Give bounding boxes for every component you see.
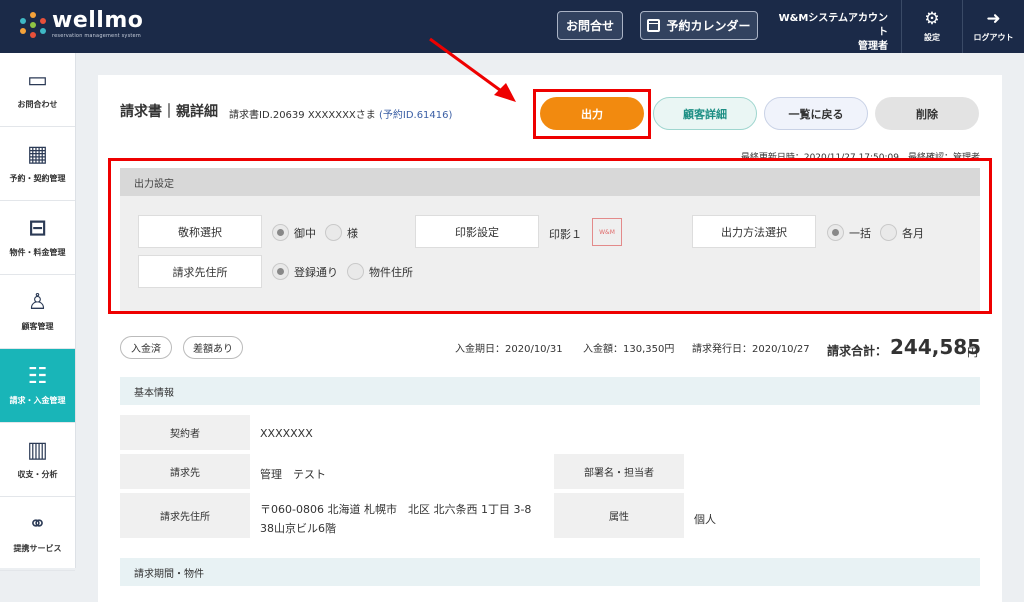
account-role: 管理者 (858, 41, 888, 52)
account-info: W&Mシステムアカウント 管理者 (772, 12, 888, 54)
output-button-highlight (533, 89, 651, 139)
sidebar-item-analytics[interactable]: ▥ 収支・分析 (0, 423, 75, 497)
delete-button[interactable]: 削除 (875, 97, 979, 130)
sidebar-item-label: 予約・契約管理 (9, 174, 66, 183)
paid-tag: 入金済 (120, 336, 172, 359)
bill-to-label: 請求先 (120, 454, 250, 489)
output-settings-highlight (108, 158, 992, 314)
sidebar-item-inquiries[interactable]: ▭ お問合わせ (0, 53, 75, 127)
sidebar-item-label: 収支・分析 (17, 470, 58, 479)
billing-address-line2: 38山京ビル6階 (260, 522, 336, 535)
total-unit: 円 (967, 346, 978, 359)
logo-tagline: reservation management system (52, 33, 141, 39)
billing-address-line1: 〒060-0806 北海道 札幌市 北区 北六条西 1丁目 3-8 (260, 503, 532, 516)
wellmo-logo[interactable]: wellmo reservation management system (20, 10, 143, 39)
settings-label: 設定 (924, 33, 940, 42)
due-date: 入金期日：2020/10/31 (455, 344, 563, 355)
attribute-value: 個人 (694, 513, 716, 526)
billing-address-value: 〒060-0806 北海道 札幌市 北区 北六条西 1丁目 3-8 38山京ビル… (260, 500, 531, 538)
account-name: W&Mシステムアカウント (778, 13, 888, 38)
message-icon: ▭ (27, 68, 48, 93)
difference-tag: 差額あり (183, 336, 243, 359)
sidebar-item-reservations[interactable]: ▦ 予約・契約管理 (0, 127, 75, 201)
department-label: 部署名・担当者 (554, 454, 684, 489)
sidebar-item-label: 請求・入金管理 (9, 396, 66, 405)
sidebar-item-partners[interactable]: ⚭ 提携サービス (0, 497, 75, 571)
customer-detail-button[interactable]: 顧客詳細 (653, 97, 757, 130)
logo-dots-icon (20, 11, 46, 38)
logo-word: wellmo (52, 8, 144, 33)
sidebar-item-label: お問合わせ (17, 100, 58, 109)
logout-button[interactable]: ➜ ログアウト (962, 0, 1024, 53)
sidebar-item-label: 物件・料金管理 (9, 248, 66, 257)
annotation-arrow-icon (429, 37, 516, 102)
invoice-subtitle: 請求書ID.20639 XXXXXXXさま (予約ID.61416) (229, 106, 452, 121)
billing-address-cell-label: 請求先住所 (120, 493, 250, 538)
settings-button[interactable]: ⚙ 設定 (901, 0, 962, 53)
calendar-icon (647, 19, 661, 32)
sidebar-item-properties[interactable]: ⊟ 物件・料金管理 (0, 201, 75, 275)
page-title: 請求書｜親詳細 (120, 104, 218, 120)
total-label: 請求合計： (827, 344, 888, 358)
invoice-id: 請求書ID.20639 XXXXXXXさま (229, 110, 376, 121)
sofa-icon: ⊟ (28, 216, 47, 241)
gear-icon: ⚙ (924, 9, 940, 29)
back-to-list-button[interactable]: 一覧に戻る (764, 97, 868, 130)
sidebar-item-label: 提携サービス (13, 544, 62, 553)
issue-date: 請求発行日：2020/10/27 (692, 344, 810, 355)
sidebar: ▭ お問合わせ ▦ 予約・契約管理 ⊟ 物件・料金管理 ♙ 顧客管理 ☷ 請求・… (0, 53, 76, 571)
logout-icon: ➜ (986, 9, 1001, 29)
network-icon: ⚭ (28, 512, 47, 537)
attribute-label: 属性 (554, 493, 684, 538)
bill-to-value: 管理 テスト (260, 468, 326, 481)
reservation-calendar-label: 予約カレンダー (666, 19, 751, 33)
sidebar-item-customers[interactable]: ♙ 顧客管理 (0, 275, 75, 349)
basic-info-heading: 基本情報 (120, 377, 980, 405)
sidebar-item-billing[interactable]: ☷ 請求・入金管理 (0, 349, 75, 423)
sidebar-item-label: 顧客管理 (21, 322, 54, 331)
contractor-label: 契約者 (120, 415, 250, 450)
invoice-icon: ☷ (27, 364, 48, 389)
calendar-icon: ▦ (27, 142, 48, 167)
bar-chart-icon: ▥ (27, 438, 48, 463)
contractor-value: XXXXXXX (260, 427, 313, 440)
contact-button[interactable]: お問合せ (557, 11, 623, 40)
paid-amount: 入金額：130,350円 (583, 344, 675, 355)
reservation-id-link[interactable]: (予約ID.61416) (379, 110, 452, 121)
reservation-calendar-button[interactable]: 予約カレンダー (640, 11, 758, 40)
person-icon: ♙ (27, 290, 48, 315)
logout-label: ログアウト (973, 33, 1014, 42)
period-heading: 請求期間・物件 (120, 558, 980, 586)
